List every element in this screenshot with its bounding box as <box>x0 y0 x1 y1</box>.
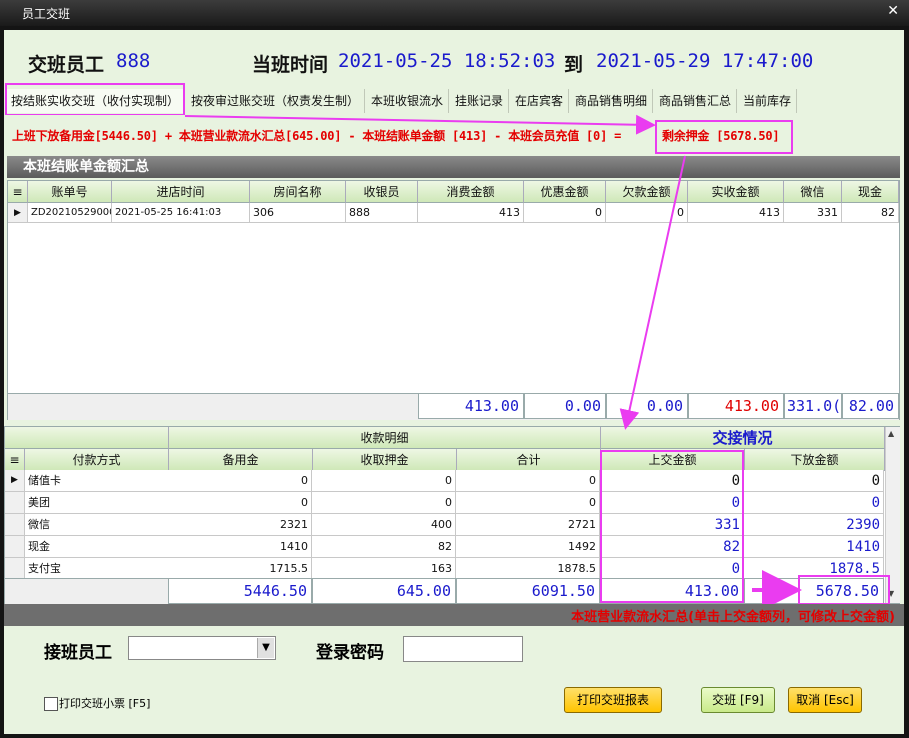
receiver-label: 接班员工 <box>44 643 112 663</box>
print-ticket-checkbox[interactable] <box>44 697 58 711</box>
print-ticket-label: 打印交班小票 [F5] <box>59 697 151 710</box>
password-input[interactable] <box>403 636 523 662</box>
password-label: 登录密码 <box>316 643 384 663</box>
arrow-tab-to-result <box>184 114 656 135</box>
cancel-button[interactable]: 取消 [Esc] <box>788 687 862 713</box>
receiver-select[interactable]: ▼ <box>128 636 276 660</box>
confirm-shift-button[interactable]: 交班 [F9] <box>701 687 775 713</box>
chevron-down-icon[interactable]: ▼ <box>257 638 274 658</box>
print-report-button[interactable]: 打印交班报表 <box>564 687 662 713</box>
note-text: 本班营业款流水汇总(单击上交金额列，可修改上交金额) <box>571 610 895 625</box>
arrow-result-to-handed <box>619 155 686 430</box>
